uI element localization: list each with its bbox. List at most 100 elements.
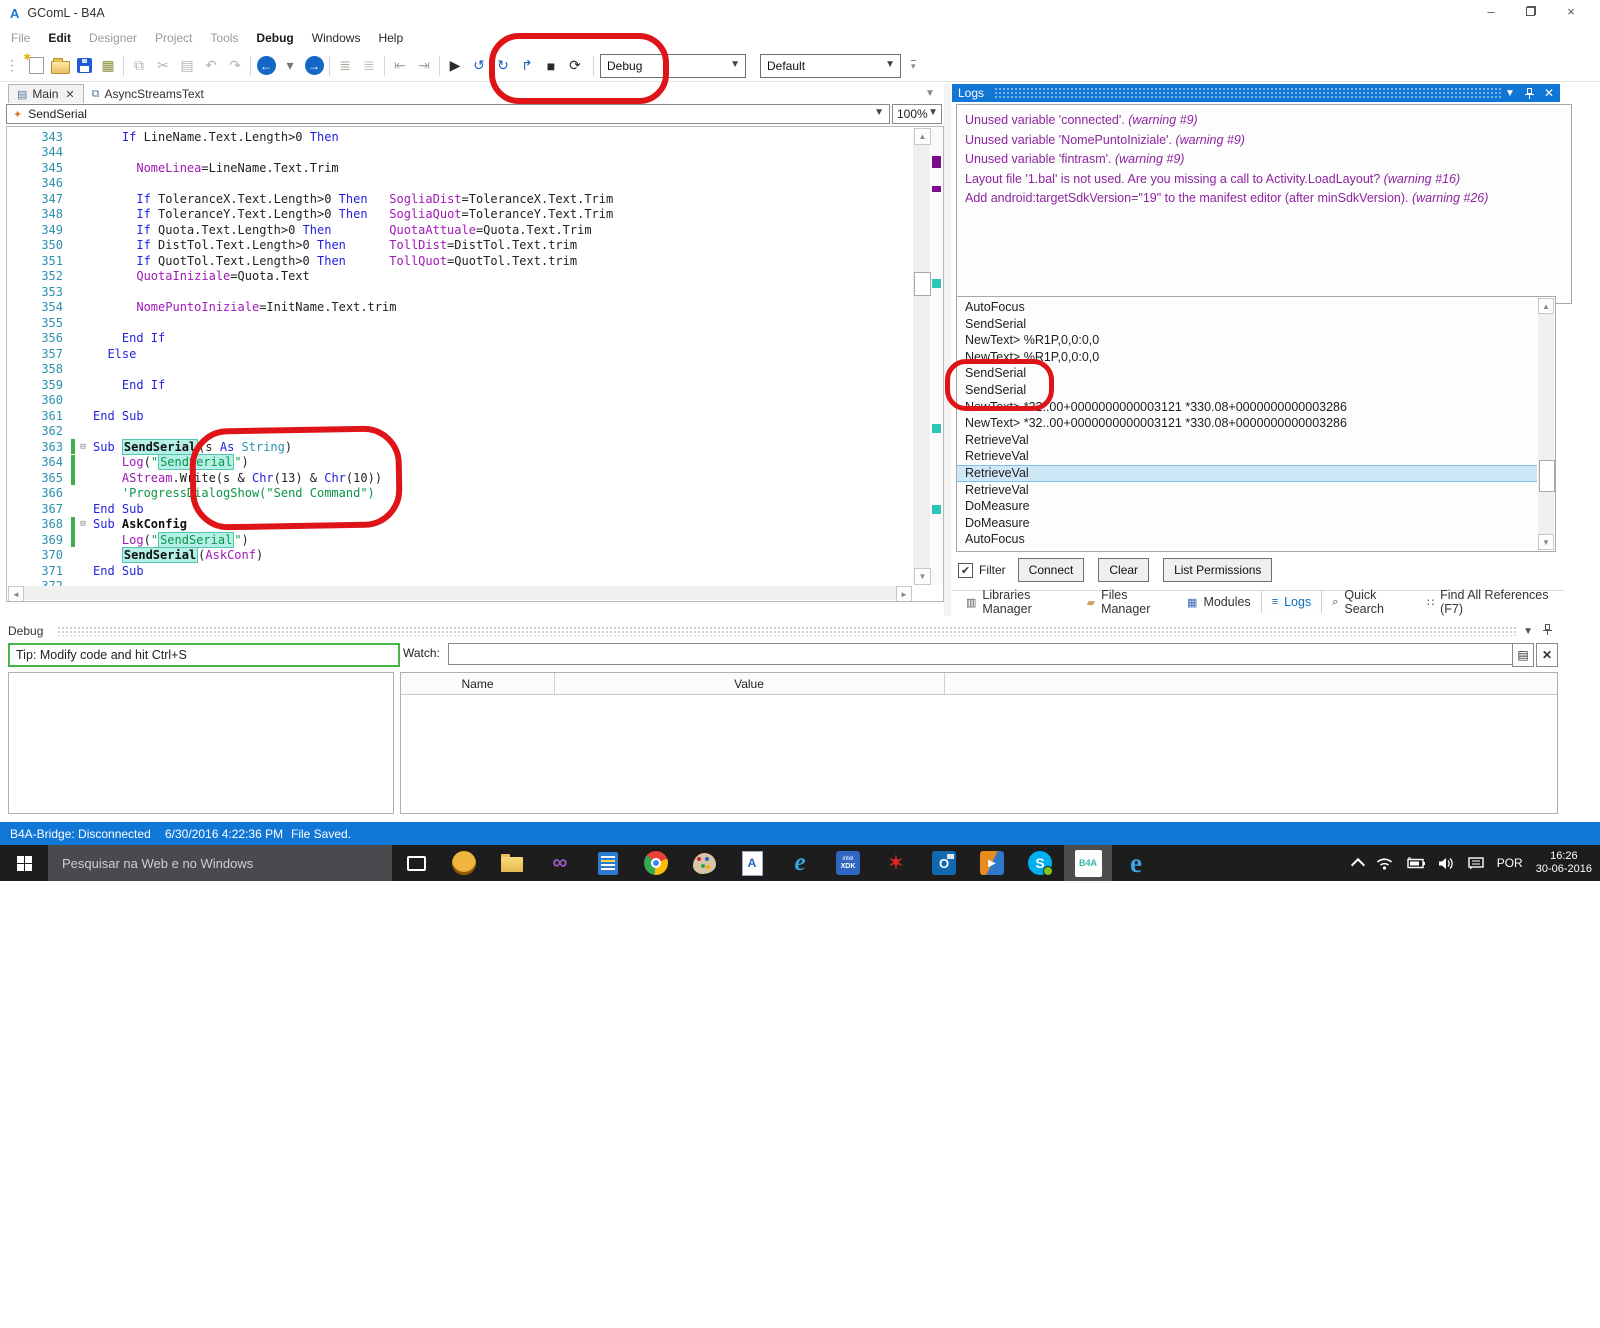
menu-help[interactable]: Help bbox=[369, 31, 412, 45]
uncomment-icon[interactable]: ≣ bbox=[357, 54, 381, 78]
log-entry[interactable]: RetrieveVal bbox=[957, 448, 1537, 465]
code-line[interactable]: 351 If QuotTol.Text.Length>0 Then TollQu… bbox=[7, 253, 613, 269]
coreldraw-icon[interactable]: ✶ bbox=[872, 845, 920, 881]
scroll-left-icon[interactable]: ◄ bbox=[8, 586, 24, 601]
member-navigator-select[interactable]: ✦ SendSerial ▼ bbox=[6, 104, 890, 124]
compiler-warning[interactable]: Unused variable 'NomePuntoIniziale'. (wa… bbox=[965, 131, 1563, 151]
code-line[interactable]: 354 NomePuntoIniziale=InitName.Text.trim bbox=[7, 300, 613, 316]
code-line[interactable]: 367 End Sub bbox=[7, 501, 613, 517]
watch-table[interactable]: Name Value bbox=[400, 672, 1558, 814]
column-header-name[interactable]: Name bbox=[401, 673, 554, 694]
compiler-warning[interactable]: Layout file '1.bal' is not used. Are you… bbox=[965, 170, 1563, 190]
new-project-icon[interactable] bbox=[24, 52, 48, 78]
log-entry[interactable]: SendSerial bbox=[957, 316, 1537, 333]
panel-menu-caret-icon[interactable]: ▼ bbox=[1523, 626, 1533, 637]
log-entry[interactable]: RetrieveVal bbox=[957, 432, 1537, 449]
code-line[interactable]: 369 Log(" SendSerial ") bbox=[7, 531, 613, 548]
tab-list-caret-icon[interactable]: ▼ bbox=[925, 88, 935, 99]
log-entry[interactable]: AutoFocus bbox=[957, 299, 1537, 316]
scroll-down-icon[interactable]: ▼ bbox=[1538, 534, 1554, 550]
panel-menu-caret-icon[interactable]: ▼ bbox=[1505, 88, 1515, 99]
code-line[interactable]: 361 End Sub bbox=[7, 408, 613, 424]
code-line[interactable]: 360 bbox=[7, 393, 613, 409]
code-line[interactable]: 366 'ProgressDialogShow("Send Command") bbox=[7, 486, 613, 502]
menu-file[interactable]: File bbox=[2, 31, 39, 45]
log-entry[interactable]: RetrieveVal bbox=[957, 464, 1537, 482]
scrollbar-thumb[interactable] bbox=[914, 272, 931, 296]
watch-clear-icon[interactable]: ✕ bbox=[1536, 643, 1558, 667]
compiler-warning[interactable]: Unused variable 'connected'. (warning #9… bbox=[965, 111, 1563, 131]
navigate-back-icon[interactable]: ← bbox=[254, 54, 278, 78]
debug-mode-select[interactable]: Debug ▼ bbox=[600, 53, 746, 78]
tray-expand-icon[interactable] bbox=[1350, 857, 1365, 873]
compiler-warning[interactable]: Unused variable 'fintrasm'. (warning #9) bbox=[965, 150, 1563, 170]
editor-vertical-scrollbar[interactable]: ▲ ▼ bbox=[913, 128, 931, 585]
code-line[interactable]: 347 If ToleranceX.Text.Length>0 Then Sog… bbox=[7, 191, 613, 207]
scroll-right-icon[interactable]: ► bbox=[896, 586, 912, 601]
restart-icon[interactable]: ⟳ bbox=[563, 54, 587, 78]
clear-button[interactable]: Clear bbox=[1098, 558, 1150, 582]
code-line[interactable]: 352 QuotaIniziale=Quota.Text bbox=[7, 269, 613, 285]
scroll-down-icon[interactable]: ▼ bbox=[914, 568, 931, 585]
b4a-icon[interactable]: B4A bbox=[1064, 845, 1112, 881]
close-icon[interactable]: × bbox=[1562, 2, 1580, 20]
code-line[interactable]: 349 If Quota.Text.Length>0 Then QuotaAtt… bbox=[7, 222, 613, 238]
tab-files-manager[interactable]: ▰ Files Manager bbox=[1077, 588, 1177, 616]
code-line[interactable]: 348 If ToleranceY.Text.Length>0 Then Sog… bbox=[7, 207, 613, 223]
open-project-icon[interactable] bbox=[48, 54, 72, 78]
pin-icon[interactable] bbox=[1524, 87, 1534, 99]
step-into-icon[interactable]: ↺ bbox=[467, 54, 491, 78]
toolbar-overflow-icon[interactable]: ▾ bbox=[911, 59, 916, 72]
code-line[interactable]: 370 SendSerial (AskConf) bbox=[7, 547, 613, 564]
volume-icon[interactable] bbox=[1438, 857, 1455, 870]
code-line[interactable]: 363 ⊟ Sub SendSerial (s As String) bbox=[7, 438, 613, 455]
log-entry[interactable]: NewText> *32..00+0000000000003121 *330.0… bbox=[957, 399, 1537, 416]
back-history-caret-icon[interactable]: ▾ bbox=[278, 54, 302, 78]
toolbar-grip[interactable]: ⋮ bbox=[0, 54, 24, 78]
code-line[interactable]: 343 If LineName.Text.Length>0 Then bbox=[7, 129, 613, 145]
cut-icon[interactable]: ✂ bbox=[151, 54, 175, 78]
menu-debug[interactable]: Debug bbox=[247, 31, 302, 45]
task-view-icon[interactable] bbox=[392, 845, 440, 881]
tab-libraries-manager[interactable]: ▥ Libraries Manager bbox=[956, 588, 1077, 616]
code-line[interactable]: 344 bbox=[7, 145, 613, 161]
edge-icon[interactable]: e bbox=[1112, 845, 1160, 881]
log-entry[interactable]: NewText> %R1P,0,0:0,0 bbox=[957, 332, 1537, 349]
list-permissions-button[interactable]: List Permissions bbox=[1163, 558, 1273, 582]
skype-icon[interactable]: S bbox=[1016, 845, 1064, 881]
tab-logs[interactable]: ≡ Logs bbox=[1260, 591, 1323, 613]
log-entry[interactable]: NewText> %R1P,0,0:0,0 bbox=[957, 349, 1537, 366]
menu-designer[interactable]: Designer bbox=[80, 31, 146, 45]
code-line[interactable]: 365 AStream.Write(s & Chr(13) & Chr(10)) bbox=[7, 470, 613, 486]
mail-app-icon[interactable] bbox=[440, 845, 488, 881]
taskbar-clock[interactable]: 16:26 30-06-2016 bbox=[1536, 850, 1592, 876]
undo-icon[interactable]: ↶ bbox=[199, 54, 223, 78]
stop-icon[interactable]: ■ bbox=[539, 54, 563, 78]
log-entry[interactable]: RetrieveVal bbox=[957, 482, 1537, 499]
editor-zoom-select[interactable]: 100% ▼ bbox=[892, 104, 942, 124]
file-explorer-icon[interactable] bbox=[488, 845, 536, 881]
tab-quick-search[interactable]: ⌕ Quick Search bbox=[1322, 588, 1417, 616]
indent-icon[interactable]: ⇥ bbox=[412, 54, 436, 78]
comment-icon[interactable]: ≣ bbox=[333, 54, 357, 78]
log-entry[interactable]: DoMeasure bbox=[957, 498, 1537, 515]
intel-xdk-icon[interactable] bbox=[824, 845, 872, 881]
chrome-icon[interactable] bbox=[632, 845, 680, 881]
copy-icon[interactable]: ⧉ bbox=[127, 54, 151, 78]
menu-edit[interactable]: Edit bbox=[39, 31, 80, 45]
code-line[interactable]: 371 End Sub bbox=[7, 563, 613, 579]
navigate-forward-icon[interactable]: → bbox=[302, 54, 326, 78]
menu-windows[interactable]: Windows bbox=[303, 31, 370, 45]
step-over-icon[interactable]: ↻ bbox=[491, 54, 515, 78]
connect-button[interactable]: Connect bbox=[1017, 558, 1085, 582]
code-line[interactable]: 355 bbox=[7, 315, 613, 331]
tab-asyncstreamstext[interactable]: ⧉ AsyncStreamsText bbox=[84, 85, 212, 103]
code-line[interactable]: 358 bbox=[7, 362, 613, 378]
action-center-icon[interactable] bbox=[1468, 856, 1484, 870]
pin-icon[interactable] bbox=[1543, 624, 1552, 638]
tab-find-all-references-f7-[interactable]: ∷ Find All References (F7) bbox=[1417, 588, 1564, 616]
media-player-icon[interactable]: ▶ bbox=[968, 845, 1016, 881]
fold-collapse-icon[interactable]: ⊟ bbox=[77, 442, 89, 452]
menu-project[interactable]: Project bbox=[146, 31, 201, 45]
code-line[interactable]: 346 bbox=[7, 176, 613, 192]
